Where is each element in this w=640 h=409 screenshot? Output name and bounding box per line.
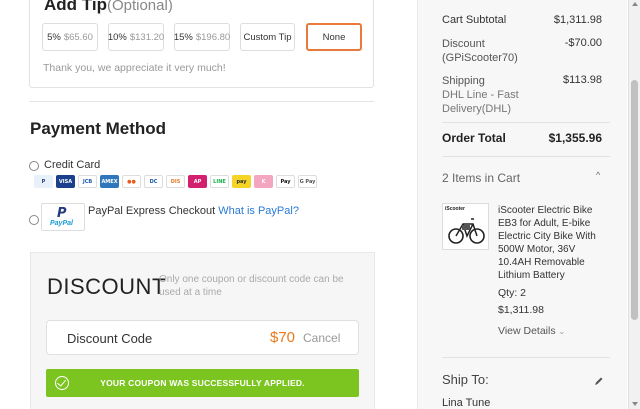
scroll-up-icon[interactable] [632, 2, 638, 6]
subtotal-value: $1,311.98 [553, 14, 602, 26]
summary-divider [442, 156, 610, 157]
chevron-down-icon: ⌄ [558, 327, 566, 336]
scroll-down-icon[interactable] [632, 402, 638, 406]
summary-divider [442, 122, 610, 123]
tip-option-label: 15% [173, 31, 193, 43]
coupon-success-message: YOUR COUPON WAS SUCCESSFULLY APPLIED. [100, 378, 305, 388]
what-is-paypal-link[interactable]: What is PayPal? [218, 205, 299, 217]
credit-card-radio[interactable] [29, 161, 39, 171]
paypal-label: PayPal Express Checkout [88, 205, 216, 217]
tip-title-text: Add Tip [44, 0, 107, 14]
tip-section: Add Tip(Optional) 5% $65.60 10% $131.20 15… [29, 0, 374, 88]
discount-cancel-button[interactable]: Cancel [303, 331, 340, 345]
afterpay-card-icon: AP [188, 175, 207, 188]
payment-method-title: Payment Method [30, 119, 167, 138]
tip-option-label: None [322, 31, 346, 43]
subtotal-label: Cart Subtotal [442, 14, 507, 26]
summary-divider [442, 357, 610, 358]
product-price: $1,311.98 [498, 304, 544, 316]
discount-amount: $70 [270, 329, 296, 346]
discount-section: DISCOUNT Only one coupon or discount cod… [30, 252, 375, 409]
tip-option-label: 5% [47, 31, 61, 43]
tip-option-custom[interactable]: Custom Tip [240, 23, 295, 51]
shipping-method: DHL Line - Fast Delivery(DHL) [442, 89, 519, 115]
tip-option-10[interactable]: 10% $131.20 [108, 23, 164, 51]
klarna-card-icon: K [254, 175, 273, 188]
google-pay-card-icon: G Pay [298, 175, 317, 188]
shipping-row: Shipping DHL Line - Fast Delivery(DHL) $… [442, 74, 602, 116]
product-thumbnail[interactable]: iScooter [442, 203, 489, 250]
discount-value: -$70.00 [564, 37, 602, 49]
discount-code-label: Discount Code [67, 331, 153, 346]
mastercard-card-icon: ●● [122, 175, 141, 188]
discount-row: Discount (GPiScooter70) -$70.00 [442, 37, 602, 65]
paypal-logo-text: PayPal [50, 220, 73, 227]
paypal-option[interactable]: PayPal Express Checkout What is PayPal? [88, 205, 299, 217]
tip-option-5[interactable]: 5% $65.60 [42, 23, 98, 51]
subtotal-row: Cart Subtotal $1,311.98 [442, 14, 602, 26]
view-details-label: View Details [498, 325, 556, 337]
tip-optional-label: (Optional) [106, 0, 173, 14]
order-total-row: Order Total $1,355.96 [442, 131, 602, 145]
paypal-logo-icon: P PayPal [41, 203, 85, 231]
line-pay-card-icon: LINE [210, 175, 229, 188]
tip-option-amount: $65.60 [63, 31, 93, 43]
tip-option-label: 10% [107, 31, 127, 43]
tip-option-none[interactable]: None [306, 23, 362, 51]
product-qty: Qty: 2 [498, 287, 527, 299]
visa-card-icon: VISA [56, 175, 75, 188]
tip-option-15[interactable]: 15% $196.80 [174, 23, 230, 51]
credit-card-label[interactable]: Credit Card [44, 159, 100, 171]
pencil-edit-icon[interactable] [594, 376, 604, 386]
order-total-value: $1,355.96 [548, 131, 602, 145]
diners-card-icon: DC [144, 175, 163, 188]
coupon-success-banner: YOUR COUPON WAS SUCCESSFULLY APPLIED. [46, 369, 359, 397]
discount-title: DISCOUNT [47, 274, 166, 299]
order-total-label: Order Total [442, 131, 506, 145]
discover-card-icon: DIS [166, 175, 185, 188]
apple-pay-card-icon: Pay [276, 175, 295, 188]
tip-title: Add Tip(Optional) [44, 0, 173, 15]
discount-note: Only one coupon or discount code can be … [159, 274, 344, 298]
tip-option-label: Custom Tip [243, 31, 292, 43]
ship-to-name: Lina Tune [442, 397, 491, 409]
paypal-card-icon: P [34, 175, 53, 188]
scrollbar-thumb[interactable] [631, 80, 638, 320]
chevron-up-icon[interactable]: ^ [596, 170, 600, 180]
product-name: iScooter Electric Bike EB3 for Adult, E-… [498, 205, 596, 281]
tip-thanks-text: Thank you, we appreciate it very much! [43, 62, 226, 74]
card-logos: P VISA JCB AMEX ●● DC DIS AP LINE pay K Pay G Pay [34, 175, 317, 188]
product-thumbnail-brand: iScooter [445, 206, 466, 212]
ship-to-title: Ship To: [442, 372, 489, 387]
tip-option-amount: $196.80 [195, 31, 231, 43]
view-details-link[interactable]: View Details ⌄ [498, 325, 565, 337]
zip-pay-card-icon: pay [232, 175, 251, 188]
discount-code-row: Discount Code $70 Cancel [46, 320, 359, 355]
tip-option-amount: $131.20 [129, 31, 165, 43]
section-divider [29, 101, 374, 102]
page-scrollbar[interactable] [628, 0, 640, 409]
shipping-value: $113.98 [563, 74, 602, 86]
cart-items-toggle[interactable]: 2 Items in Cart [442, 171, 520, 185]
paypal-radio[interactable] [29, 215, 39, 225]
checkout-main: Add Tip(Optional) 5% $65.60 10% $131.20 15… [0, 0, 400, 409]
discount-code-text: (GPiScooter70) [442, 52, 518, 64]
amex-card-icon: AMEX [100, 175, 119, 188]
order-summary: Cart Subtotal $1,311.98 Discount (GPiSco… [417, 0, 627, 409]
jcb-card-icon: JCB [78, 175, 97, 188]
